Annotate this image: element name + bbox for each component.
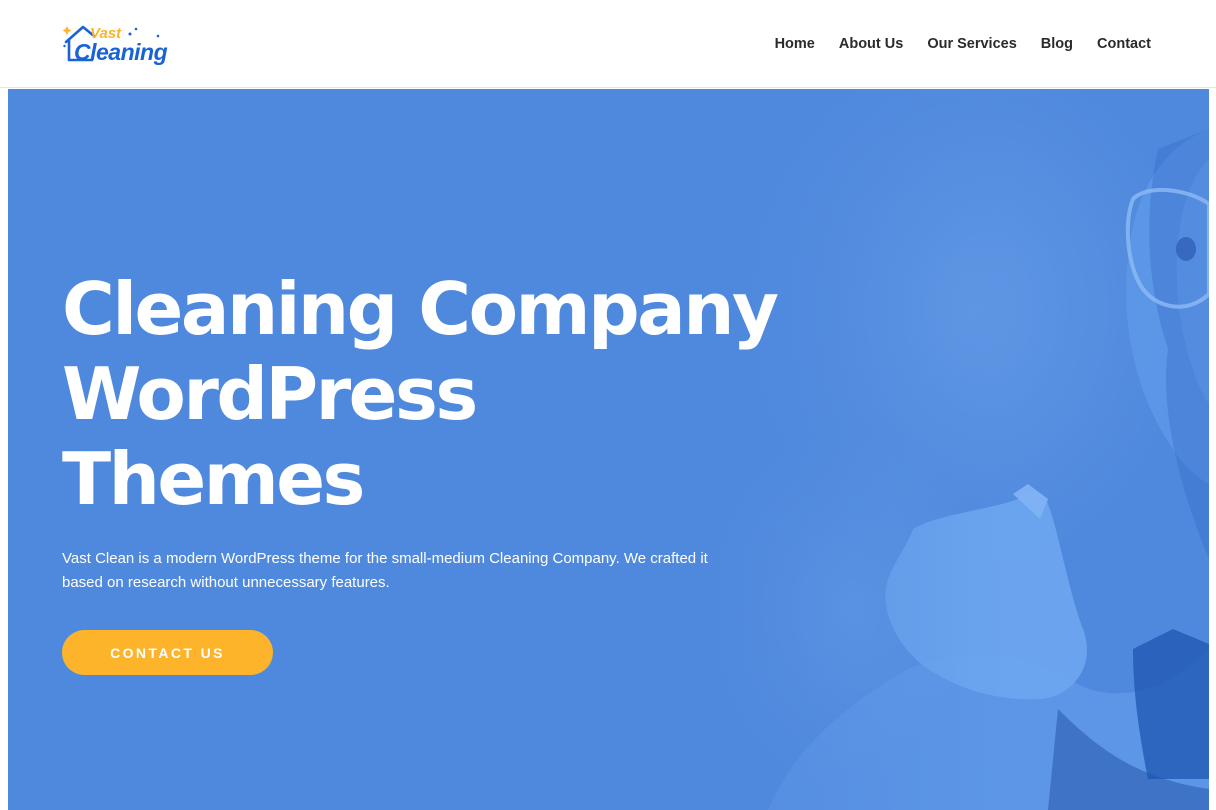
site-header: Vast Cleaning Home About Us Our Services… [0, 0, 1216, 88]
hero-title-line-1: Cleaning Company [62, 267, 779, 351]
nav-item-contact[interactable]: Contact [1097, 36, 1151, 52]
hero-content: Cleaning Company WordPress Themes Vast C… [62, 89, 782, 810]
hero-description: Vast Clean is a modern WordPress theme f… [62, 550, 708, 591]
main-nav: Home About Us Our Services Blog Contact [751, 0, 1151, 88]
house-logo-icon: Vast Cleaning [62, 25, 168, 65]
hero-title-line-2: WordPress [62, 352, 478, 436]
nav-item-home[interactable]: Home [775, 36, 815, 52]
nav-item-blog[interactable]: Blog [1041, 36, 1073, 52]
nav-item-about-us[interactable]: About Us [839, 36, 903, 52]
svg-text:Cleaning: Cleaning [74, 39, 168, 65]
hero-title-line-3: Themes [62, 437, 365, 521]
nav-item-our-services[interactable]: Our Services [927, 36, 1016, 52]
hero-section: Cleaning Company WordPress Themes Vast C… [8, 89, 1209, 810]
contact-us-button[interactable]: CONTACT US [62, 630, 273, 675]
site-logo[interactable]: Vast Cleaning [62, 20, 186, 68]
hero-title: Cleaning Company WordPress Themes [62, 267, 782, 522]
